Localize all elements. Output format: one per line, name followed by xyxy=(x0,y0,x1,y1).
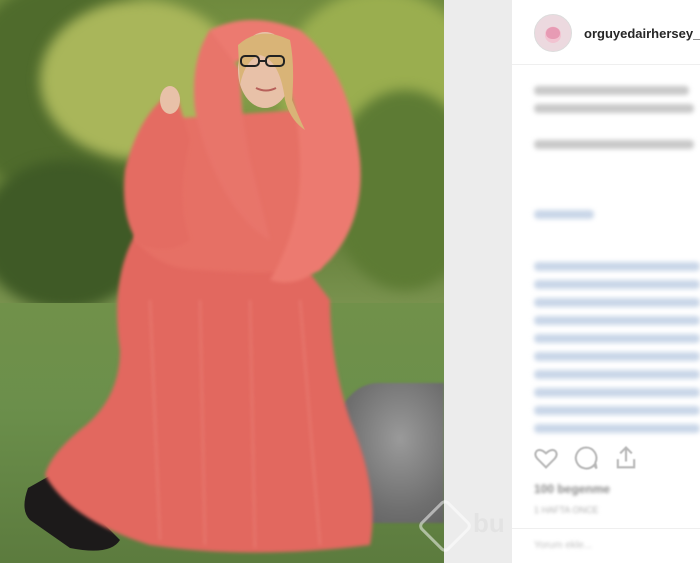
hashtag-line[interactable] xyxy=(534,370,700,379)
avatar[interactable] xyxy=(534,14,572,52)
hashtag-line[interactable] xyxy=(534,210,594,219)
share-icon[interactable] xyxy=(612,444,640,472)
watermark-logo-icon xyxy=(416,497,474,555)
hashtag-line[interactable] xyxy=(534,352,700,361)
post-header: orguyedairhersey_ xyxy=(512,0,700,65)
hashtag-line[interactable] xyxy=(534,334,700,343)
modal-backdrop xyxy=(444,0,512,563)
watermark-text: bu xyxy=(473,508,505,538)
watermark: bu xyxy=(416,497,545,555)
caption-line xyxy=(534,140,694,149)
post-photo[interactable] xyxy=(0,0,444,563)
hashtag-line[interactable] xyxy=(534,388,700,397)
hashtag-line[interactable] xyxy=(534,316,700,325)
username[interactable]: orguyedairhersey_ xyxy=(584,26,700,41)
hashtag-line[interactable] xyxy=(534,280,700,289)
caption-line xyxy=(534,86,689,95)
post-info-panel: orguyedairhersey_ 100 begenme 1 HAFTA ON… xyxy=(512,0,700,563)
likes-count[interactable]: 100 begenme xyxy=(534,482,610,496)
hashtag-line[interactable] xyxy=(534,406,700,415)
heart-icon[interactable] xyxy=(532,444,560,472)
hashtag-line[interactable] xyxy=(534,262,700,271)
hashtag-line[interactable] xyxy=(534,424,700,433)
comment-icon[interactable] xyxy=(572,444,600,472)
caption-line xyxy=(534,104,694,113)
hashtag-line[interactable] xyxy=(534,298,700,307)
person-in-red-knit-dress xyxy=(24,20,373,553)
